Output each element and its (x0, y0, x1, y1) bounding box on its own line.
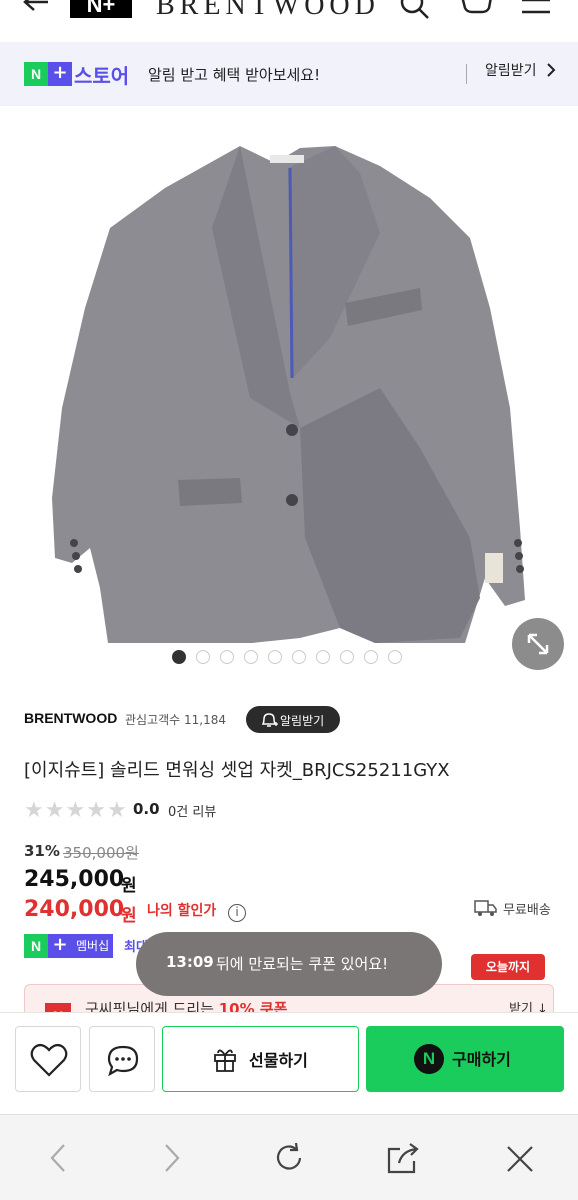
today-only-badge: 오늘까지 (471, 954, 545, 980)
coupon-expiry-toast[interactable]: 13:09 뒤에 만료되는 쿠폰 있어요! (136, 932, 442, 996)
membership-label: 멤버십 (72, 934, 114, 958)
chat-bubble-icon (107, 1045, 139, 1077)
membership-badge: N + 멤버십 (24, 934, 114, 958)
brand-name[interactable]: BRENTWOOD (156, 0, 380, 22)
back-icon[interactable] (46, 1143, 70, 1173)
forward-icon[interactable] (160, 1143, 184, 1173)
star-icon: ★ (24, 798, 44, 823)
naver-plus-badge: N + (24, 62, 72, 86)
rating-stars: ★ ★ ★ ★ ★ (24, 800, 127, 822)
original-price: 350,000원 (63, 844, 139, 862)
naver-n-mark: N (24, 934, 48, 958)
carousel-dot[interactable] (388, 650, 402, 664)
star-icon: ★ (86, 798, 106, 823)
close-icon[interactable] (504, 1143, 536, 1175)
product-image[interactable] (0, 108, 578, 668)
chevron-right-icon (547, 63, 556, 77)
review-count-link[interactable]: 0건 리뷰 (168, 801, 216, 820)
brand-logo[interactable]: N+ (70, 0, 132, 18)
toast-time: 13:09 (166, 953, 214, 971)
carousel-dot[interactable] (340, 650, 354, 664)
buy-button[interactable]: N 구매하기 (366, 1026, 564, 1092)
sale-price: 245,000 (24, 867, 125, 892)
star-icon: ★ (65, 798, 86, 823)
bell-plus-icon (261, 713, 278, 727)
naver-pay-icon: N (414, 1044, 444, 1074)
my-price-unit: 원 (121, 906, 137, 926)
toast-message: 뒤에 만료되는 쿠폰 있어요! (216, 955, 389, 973)
carousel-dot[interactable] (268, 650, 282, 664)
carousel-dot[interactable] (364, 650, 378, 664)
carousel-dot[interactable] (196, 650, 210, 664)
truck-icon (474, 900, 497, 916)
carousel-dot[interactable] (316, 650, 330, 664)
star-icon: ★ (106, 798, 127, 823)
carousel-dot[interactable] (172, 650, 186, 664)
gift-label: 선물하기 (249, 1051, 308, 1070)
discount-rate: 31% (24, 842, 60, 860)
buy-label: 구매하기 (452, 1050, 511, 1069)
carousel-dot[interactable] (244, 650, 258, 664)
star-icon: ★ (44, 798, 65, 823)
naver-n-mark: N (24, 62, 48, 86)
expand-image-button[interactable] (512, 618, 564, 670)
promo-alarm-label: 알림받기 (485, 63, 537, 79)
product-title: [이지슈트] 솔리드 면워싱 셋업 자켓_BRJCS25211GYX (24, 760, 450, 781)
talk-button[interactable] (89, 1026, 155, 1092)
seller-alarm-label: 알림받기 (280, 714, 325, 728)
expand-icon (527, 633, 549, 655)
back-arrow-icon[interactable] (20, 0, 52, 20)
info-icon[interactable]: i (228, 904, 246, 922)
my-discount-price: 240,000 (24, 897, 125, 922)
browser-toolbar (0, 1114, 578, 1200)
fan-count: 관심고객수 11,184 (125, 713, 227, 727)
gift-icon (214, 1049, 236, 1072)
menu-icon[interactable] (520, 0, 552, 20)
carousel-dot[interactable] (220, 650, 234, 664)
share-icon[interactable] (386, 1141, 422, 1175)
plus-mark: + (48, 934, 72, 958)
divider (466, 64, 467, 84)
heart-icon (30, 1043, 68, 1077)
shipping-label: 무료배송 (503, 903, 551, 918)
refresh-icon[interactable] (272, 1141, 306, 1175)
gift-button[interactable]: 선물하기 (162, 1026, 359, 1092)
my-discount-label: 나의 할인가 (147, 903, 217, 919)
promo-alarm-button[interactable]: 알림받기 (485, 60, 557, 80)
seller-name[interactable]: BRENTWOOD (24, 710, 117, 726)
search-icon[interactable] (398, 0, 432, 22)
wishlist-button[interactable] (15, 1026, 81, 1092)
plus-mark: + (48, 62, 72, 86)
rating-score: 0.0 (133, 800, 160, 818)
promo-text: 알림 받고 혜택 받아보세요! (148, 66, 321, 84)
cart-icon[interactable] (458, 0, 494, 22)
sale-price-unit: 원 (121, 876, 137, 896)
top-header: N+ BRENTWOOD (0, 0, 578, 40)
seller-alarm-button[interactable]: 알림받기 (246, 706, 340, 733)
jacket-image (52, 146, 525, 644)
carousel-pagination (172, 650, 402, 664)
carousel-dot[interactable] (292, 650, 306, 664)
store-label: 스토어 (74, 64, 130, 88)
